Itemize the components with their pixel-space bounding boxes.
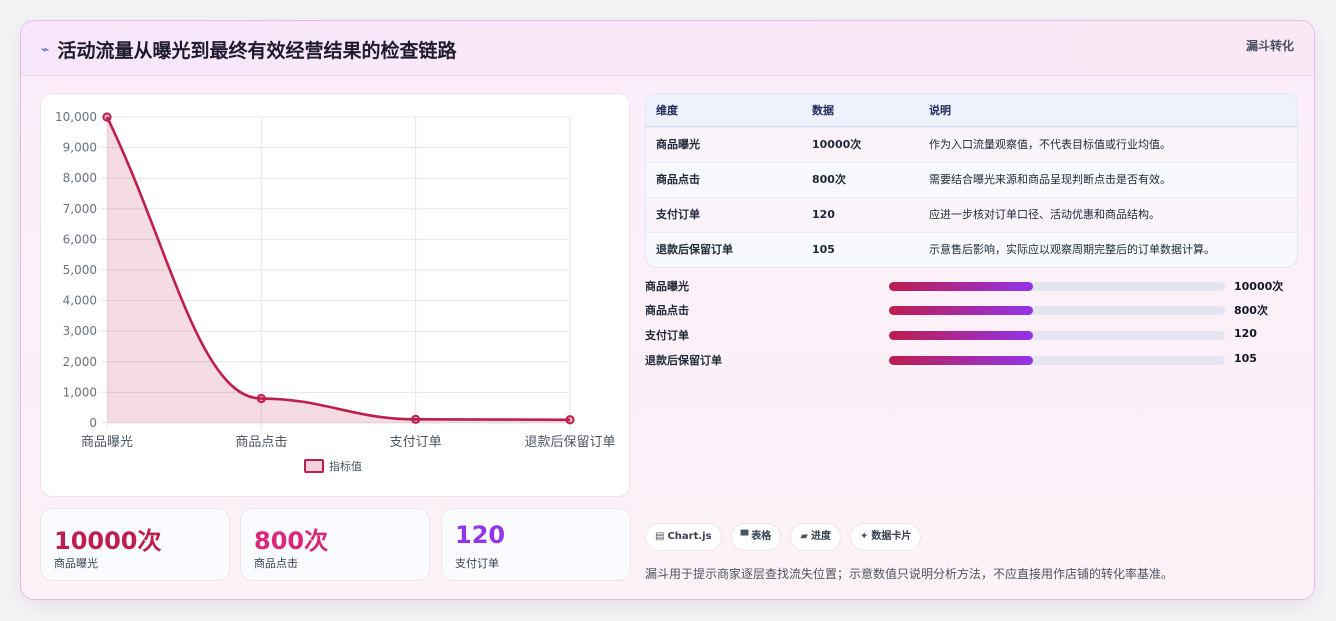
- table-cell: 120: [812, 208, 835, 221]
- y-tick-label: 5,000: [63, 263, 97, 277]
- data-point: [565, 415, 575, 425]
- progress-value: 105: [1234, 352, 1257, 365]
- stat-value: 800次: [254, 527, 329, 555]
- legend-label: 指标值: [329, 459, 362, 473]
- pill-table[interactable]: ▀ 表格: [730, 523, 782, 551]
- progress-track: [889, 356, 1225, 365]
- progress-fill: [889, 306, 1034, 315]
- stat-label: 商品曝光: [54, 557, 98, 570]
- progress-label: 商品点击: [645, 304, 689, 317]
- progress-value: 800次: [1234, 304, 1268, 317]
- chart-icon: ▤: [655, 531, 665, 542]
- pill-label: 数据卡片: [871, 531, 912, 542]
- data-point: [102, 112, 112, 122]
- legend-swatch: [304, 459, 324, 473]
- pill-data-cards[interactable]: ✦ 数据卡片: [849, 523, 922, 551]
- progress-row: 退款后保留订单 105: [645, 352, 1295, 368]
- stat-card-clicks: 800次 商品点击: [240, 508, 430, 581]
- pill-label: Chart.js: [667, 531, 712, 542]
- y-tick-label: 10,000: [55, 110, 97, 124]
- progress-fill: [889, 356, 1034, 365]
- table-cell: 示意售后影响，实际应以观察周期完整后的订单数据计算。: [929, 243, 1215, 256]
- table-cell: 退款后保留订单: [656, 243, 733, 256]
- card-header: ⌁ 活动流量从曝光到最终有效经营结果的检查链路 漏斗转化: [21, 21, 1314, 76]
- table-cell: 需要结合曝光来源和商品呈现判断点击是否有效。: [929, 173, 1171, 186]
- table-cell: 10000次: [812, 138, 862, 151]
- y-tick-label: 9,000: [63, 141, 97, 155]
- progress-fill: [889, 331, 1034, 340]
- table-cell: 商品曝光: [656, 138, 700, 151]
- line-chart-panel: 0 1,000 2,000 3,000 4,000 5,000 6,000 7,000 8,00…: [40, 93, 630, 497]
- stat-value: 10000次: [54, 527, 162, 555]
- y-tick-label: 8,000: [63, 171, 97, 185]
- pill-label: 表格: [751, 531, 772, 542]
- progress-track: [889, 306, 1225, 315]
- stat-label: 支付订单: [455, 557, 499, 570]
- stat-card-orders: 120 支付订单: [441, 508, 631, 581]
- progress-label: 商品曝光: [645, 280, 689, 293]
- stat-card-exposure: 10000次 商品曝光: [40, 508, 230, 581]
- table-icon: ▀: [740, 531, 749, 542]
- sparkle-icon: ✦: [859, 531, 869, 542]
- table-cell: 800次: [812, 173, 846, 186]
- footnote: 漏斗用于提示商家逐层查找流失位置；示意数值只说明分析方法，不应直接用作店铺的转化…: [645, 567, 1174, 581]
- y-tick-label: 7,000: [63, 202, 97, 216]
- progress-fill: [889, 282, 1034, 291]
- progress-track: [889, 331, 1225, 340]
- x-tick-label: 退款后保留订单: [524, 435, 615, 450]
- line-chart: 0 1,000 2,000 3,000 4,000 5,000 6,000 7,000 8,00…: [55, 110, 616, 473]
- table-header-cell: 说明: [929, 104, 951, 117]
- y-tick-label: 1,000: [63, 385, 97, 399]
- progress-value: 120: [1234, 327, 1257, 340]
- progress-label: 支付订单: [645, 329, 689, 342]
- progress-row: 商品点击 800次: [645, 302, 1295, 318]
- pill-chartjs[interactable]: ▤ Chart.js: [645, 523, 722, 551]
- chart-line-icon: ⌁: [41, 41, 50, 58]
- table-row: 商品曝光 10000次 作为入口流量观察值，不代表目标值或行业均值。: [646, 127, 1297, 162]
- progress-icon: ▰: [800, 531, 808, 542]
- table-header-row: 维度 数据 说明: [646, 94, 1297, 127]
- y-tick-label: 0: [89, 416, 97, 430]
- x-tick-label: 支付订单: [390, 435, 442, 450]
- table-row: 退款后保留订单 105 示意售后影响，实际应以观察周期完整后的订单数据计算。: [646, 232, 1297, 267]
- table-cell: 应进一步核对订单口径、活动优惠和商品结构。: [929, 208, 1160, 221]
- progress-row: 商品曝光 10000次: [645, 278, 1295, 294]
- progress-label: 退款后保留订单: [645, 354, 722, 367]
- pill-progress[interactable]: ▰ 进度: [790, 523, 841, 551]
- data-table: 维度 数据 说明 商品曝光 10000次 作为入口流量观察值，不代表目标值或行业…: [645, 93, 1298, 268]
- stat-label: 商品点击: [254, 557, 298, 570]
- table-cell: 作为入口流量观察值，不代表目标值或行业均值。: [929, 138, 1171, 151]
- page-title: ⌁ 活动流量从曝光到最终有效经营结果的检查链路: [41, 36, 456, 63]
- table-cell: 支付订单: [656, 208, 700, 221]
- y-tick-label: 4,000: [63, 294, 97, 308]
- x-tick-label: 商品点击: [235, 435, 287, 450]
- progress-row: 支付订单 120: [645, 327, 1295, 343]
- progress-value: 10000次: [1234, 280, 1284, 293]
- y-tick-label: 2,000: [63, 355, 97, 369]
- stat-value: 120: [455, 521, 506, 549]
- y-tick-label: 3,000: [63, 324, 97, 338]
- table-header-cell: 维度: [656, 104, 678, 117]
- table-row: 支付订单 120 应进一步核对订单口径、活动优惠和商品结构。: [646, 197, 1297, 232]
- page-title-text: 活动流量从曝光到最终有效经营结果的检查链路: [57, 40, 457, 62]
- table-cell: 105: [812, 243, 835, 256]
- table-row: 商品点击 800次 需要结合曝光来源和商品呈现判断点击是否有效。: [646, 162, 1297, 197]
- y-tick-label: 6,000: [63, 232, 97, 246]
- funnel-card: ⌁ 活动流量从曝光到最终有效经营结果的检查链路 漏斗转化 0 1,000 2,000…: [20, 20, 1315, 600]
- progress-track: [889, 282, 1225, 291]
- data-point: [411, 414, 421, 424]
- table-cell: 商品点击: [656, 173, 700, 186]
- category-tag: 漏斗转化: [1245, 39, 1294, 53]
- feature-pills: ▤ Chart.js ▀ 表格 ▰ 进度 ✦ 数据卡片: [645, 523, 930, 551]
- pill-label: 进度: [810, 531, 831, 542]
- data-point: [256, 393, 266, 404]
- table-header-cell: 数据: [812, 104, 834, 117]
- x-tick-label: 商品曝光: [81, 435, 133, 450]
